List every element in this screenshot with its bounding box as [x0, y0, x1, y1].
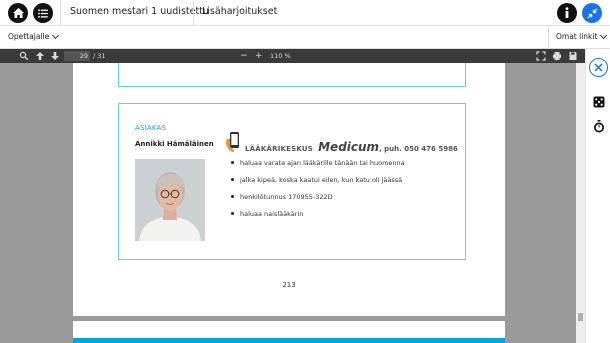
- stopwatch-icon: [593, 119, 604, 132]
- list-item: haluaa naislääkärin: [231, 210, 405, 227]
- page-number: 213: [282, 281, 296, 289]
- search-icon[interactable]: [19, 51, 29, 61]
- home-icon: [12, 8, 24, 18]
- close-button[interactable]: [589, 58, 608, 77]
- arrow-up-icon[interactable]: [35, 51, 45, 61]
- info-icon: [565, 7, 569, 18]
- pdf-toolbar: 29 / 31 − + 110 %: [0, 49, 585, 63]
- top-bar: Suomen mestari 1 uudistettu Lisäharjoitu…: [0, 0, 610, 26]
- collapse-button[interactable]: [582, 3, 602, 23]
- app: Suomen mestari 1 uudistettu Lisäharjoitu…: [0, 0, 610, 343]
- customer-photo: [135, 159, 205, 241]
- customer-label: ASIAKAS: [135, 124, 167, 132]
- close-icon: [594, 63, 603, 72]
- header-divider: [193, 0, 194, 26]
- zoom-in-button[interactable]: +: [255, 51, 263, 61]
- scrollbar[interactable]: [576, 63, 585, 343]
- own-links-label: Omat linkit: [556, 32, 598, 41]
- teacher-menu-label: Opettajalle: [8, 32, 50, 41]
- chevron-down-icon: [52, 31, 60, 39]
- list-item: jalka kipeä, koska kaatui eilen, kun kat…: [231, 176, 405, 193]
- document-viewer[interactable]: ASIAKAS Annikki Hämäläinen LÄÄKÄRIKESKUS…: [0, 63, 585, 343]
- home-button[interactable]: [8, 3, 28, 23]
- clinic-name: LÄÄKÄRIKESKUS Medicum, puh. 050 476 5986: [245, 136, 458, 155]
- teacher-menu[interactable]: Opettajalle: [8, 31, 60, 41]
- book-title: Suomen mestari 1 uudistettu: [70, 6, 209, 17]
- scrollbar-thumb[interactable]: [578, 313, 583, 321]
- page-number-input[interactable]: 29: [64, 51, 90, 61]
- header-divider: [60, 0, 61, 26]
- document-page: ASIAKAS Annikki Hämäläinen LÄÄKÄRIKESKUS…: [73, 63, 505, 316]
- fullscreen-icon[interactable]: [536, 51, 546, 61]
- section-title: Lisäharjoitukset: [202, 6, 278, 17]
- save-icon[interactable]: [568, 51, 578, 61]
- clinic-brand: Medicum: [318, 140, 380, 154]
- info-button[interactable]: [557, 3, 577, 23]
- clinic-prefix: LÄÄKÄRIKESKUS: [245, 145, 314, 153]
- clinic-phone: , puh. 050 476 5986: [379, 145, 458, 153]
- list-item: haluaa varata ajan lääkärille tänään tai…: [231, 159, 405, 176]
- print-icon[interactable]: [552, 51, 562, 61]
- customer-notes: haluaa varata ajan lääkärille tänään tai…: [231, 159, 405, 227]
- side-panel: [585, 49, 610, 343]
- dice-icon: [593, 96, 604, 107]
- page-total: / 31: [93, 52, 106, 60]
- phone-icon: [226, 132, 239, 152]
- list-item: henkilötunnus 170955-322D: [231, 193, 405, 210]
- zoom-level-select[interactable]: 110 %: [270, 51, 291, 61]
- zoom-out-button[interactable]: −: [240, 51, 248, 61]
- menu-icon: [38, 8, 48, 18]
- own-links-menu[interactable]: Omat linkit: [556, 31, 608, 41]
- sub-bar: Opettajalle Omat linkit: [0, 26, 610, 49]
- menu-button[interactable]: [33, 3, 53, 23]
- subbar-divider: [548, 26, 549, 49]
- customer-card: ASIAKAS Annikki Hämäläinen LÄÄKÄRIKESKUS…: [118, 103, 466, 260]
- next-document-page: [73, 321, 505, 343]
- arrow-down-icon[interactable]: [50, 51, 60, 61]
- page-header-band: [73, 338, 505, 343]
- customer-name: Annikki Hämäläinen: [135, 140, 214, 148]
- chevron-down-icon: [600, 31, 608, 39]
- previous-card-frame: [118, 63, 466, 87]
- portrait-image: [135, 159, 205, 241]
- clinic-header: LÄÄKÄRIKESKUS Medicum, puh. 050 476 5986: [225, 131, 465, 155]
- collapse-icon: [587, 8, 597, 18]
- timer-button[interactable]: [592, 119, 605, 133]
- dice-button[interactable]: [592, 95, 605, 108]
